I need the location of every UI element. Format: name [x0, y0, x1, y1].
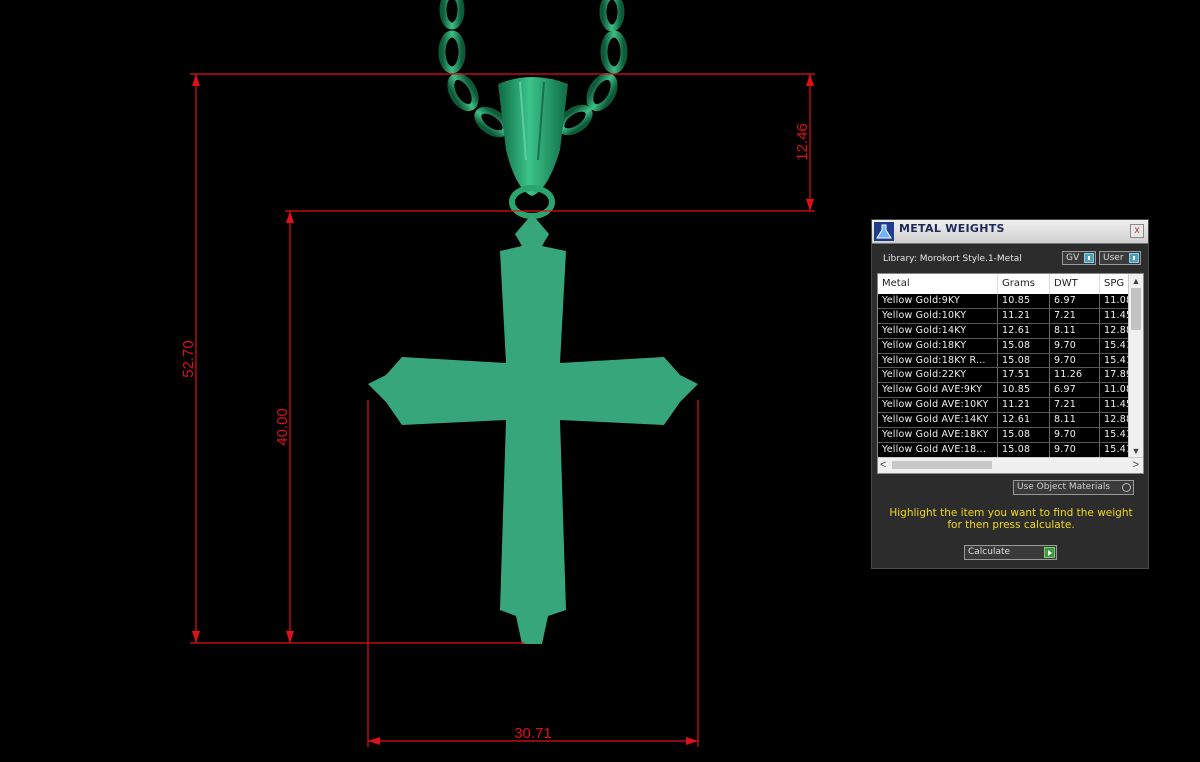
scroll-up-icon[interactable]: ▲ [1129, 274, 1143, 288]
column-header-metal[interactable]: Metal [878, 274, 998, 294]
scroll-down-icon[interactable]: ▼ [1129, 444, 1143, 458]
cell-spg: 11.45 [1100, 398, 1130, 413]
cell-grams: 12.61 [998, 323, 1050, 338]
gv-toggle-button[interactable]: GV [1062, 251, 1096, 265]
cell-spg: 15.41 [1100, 353, 1130, 368]
table-header: Metal Grams DWT SPG [878, 274, 1130, 294]
bail [498, 77, 568, 219]
scroll-left-icon[interactable]: < [880, 458, 886, 472]
user-label: User [1103, 253, 1124, 263]
cell-grams: 15.08 [998, 442, 1050, 457]
table-row[interactable]: Yellow Gold:9KY 10.85 6.97 11.08 [878, 294, 1130, 309]
table-row[interactable]: Yellow Gold AVE:14KY 12.61 8.11 12.88 [878, 413, 1130, 429]
table-row[interactable]: Yellow Gold AVE:18... 15.08 9.70 15.41 [878, 442, 1130, 458]
table-row[interactable]: Yellow Gold AVE:18KY 15.08 9.70 15.41 [878, 428, 1130, 443]
panel-title: METAL WEIGHTS [899, 222, 1005, 235]
cell-dwt: 9.70 [1050, 353, 1100, 368]
cell-dwt: 9.70 [1050, 338, 1100, 353]
cell-metal: Yellow Gold AVE:18KY [878, 428, 998, 442]
scroll-thumb-horizontal[interactable] [892, 461, 992, 469]
cell-metal: Yellow Gold AVE:14KY [878, 413, 998, 428]
cell-grams: 15.08 [998, 428, 1050, 442]
column-header-dwt[interactable]: DWT [1050, 274, 1100, 294]
scroll-thumb[interactable] [1131, 288, 1141, 330]
cell-metal: Yellow Gold:18KY R... [878, 353, 998, 368]
use-object-materials-button[interactable]: Use Object Materials [1013, 480, 1134, 495]
cell-spg: 15.41 [1100, 338, 1130, 353]
cross-height-label: 40.00 [274, 408, 291, 446]
user-toggle-button[interactable]: User [1099, 251, 1141, 265]
cell-dwt: 9.70 [1050, 428, 1100, 442]
gv-label: GV [1066, 253, 1080, 263]
library-label: Library: Morokort Style.1-Metal [883, 254, 1022, 264]
cell-grams: 15.08 [998, 353, 1050, 368]
column-header-grams[interactable]: Grams [998, 274, 1050, 294]
table-row[interactable]: Yellow Gold:18KY R... 15.08 9.70 15.41 [878, 353, 1130, 369]
panel-title-bar[interactable]: METAL WEIGHTS x [872, 220, 1148, 244]
cross-width-label: 30.71 [514, 725, 552, 742]
cross-pendant [368, 214, 698, 644]
cell-spg: 11.08 [1100, 294, 1130, 308]
cell-metal: Yellow Gold AVE:9KY [878, 383, 998, 398]
cell-grams: 11.21 [998, 398, 1050, 413]
calculate-label: Calculate [968, 547, 1011, 557]
cell-metal: Yellow Gold AVE:10KY [878, 398, 998, 413]
cell-grams: 17.51 [998, 368, 1050, 383]
flask-logo-icon [874, 222, 894, 241]
scroll-right-icon[interactable]: > [1133, 458, 1139, 472]
cell-grams: 15.08 [998, 338, 1050, 353]
toggle-icon [1084, 253, 1094, 263]
instruction-hint: Highlight the item you want to find the … [889, 507, 1133, 531]
overall-height-label: 52.70 [180, 340, 197, 378]
cell-grams: 11.21 [998, 308, 1050, 323]
horizontal-scrollbar[interactable]: < > [878, 457, 1143, 473]
radio-circle-icon [1122, 483, 1131, 492]
table-row[interactable]: Yellow Gold AVE:9KY 10.85 6.97 11.08 [878, 383, 1130, 399]
metal-weights-panel: METAL WEIGHTS x Library: Morokort Style.… [871, 219, 1149, 569]
cell-metal: Yellow Gold:9KY [878, 294, 998, 308]
cell-spg: 11.08 [1100, 383, 1130, 398]
cell-dwt: 6.97 [1050, 383, 1100, 398]
cell-grams: 10.85 [998, 294, 1050, 308]
cell-spg: 12.88 [1100, 323, 1130, 338]
table-row[interactable]: Yellow Gold:14KY 12.61 8.11 12.88 [878, 323, 1130, 339]
play-icon [1044, 547, 1055, 558]
cell-spg: 12.88 [1100, 413, 1130, 428]
cell-dwt: 8.11 [1050, 323, 1100, 338]
cell-dwt: 6.97 [1050, 294, 1100, 308]
vertical-scrollbar[interactable]: ▲ ▼ [1128, 274, 1143, 459]
cell-spg: 11.45 [1100, 308, 1130, 323]
table-row[interactable]: Yellow Gold AVE:10KY 11.21 7.21 11.45 [878, 398, 1130, 414]
cell-spg: 15.41 [1100, 442, 1130, 457]
cell-grams: 12.61 [998, 413, 1050, 428]
cell-metal: Yellow Gold:18KY [878, 338, 998, 353]
close-button[interactable]: x [1130, 224, 1144, 238]
table-row[interactable]: Yellow Gold:18KY 15.08 9.70 15.41 [878, 338, 1130, 354]
cell-dwt: 7.21 [1050, 398, 1100, 413]
cell-metal: Yellow Gold AVE:18... [878, 442, 998, 457]
bail-height-label: 12.46 [794, 123, 811, 161]
metal-table[interactable]: Metal Grams DWT SPG Yellow Gold:9KY 10.85… [877, 273, 1144, 474]
toggle-icon [1129, 253, 1139, 263]
calculate-button[interactable]: Calculate [964, 545, 1057, 560]
cell-dwt: 7.21 [1050, 308, 1100, 323]
cell-metal: Yellow Gold:22KY [878, 368, 998, 383]
column-header-spg[interactable]: SPG [1100, 274, 1130, 294]
cell-spg: 17.89 [1100, 368, 1130, 383]
cell-grams: 10.85 [998, 383, 1050, 398]
cell-dwt: 8.11 [1050, 413, 1100, 428]
cell-spg: 15.41 [1100, 428, 1130, 442]
cell-dwt: 9.70 [1050, 442, 1100, 457]
cell-dwt: 11.26 [1050, 368, 1100, 383]
cell-metal: Yellow Gold:14KY [878, 323, 998, 338]
use-object-materials-label: Use Object Materials [1017, 482, 1111, 492]
table-body: Yellow Gold:9KY 10.85 6.97 11.08 Yellow Gold… [878, 294, 1130, 458]
cell-metal: Yellow Gold:10KY [878, 308, 998, 323]
table-row[interactable]: Yellow Gold:10KY 11.21 7.21 11.45 [878, 308, 1130, 324]
table-row[interactable]: Yellow Gold:22KY 17.51 11.26 17.89 [878, 368, 1130, 384]
